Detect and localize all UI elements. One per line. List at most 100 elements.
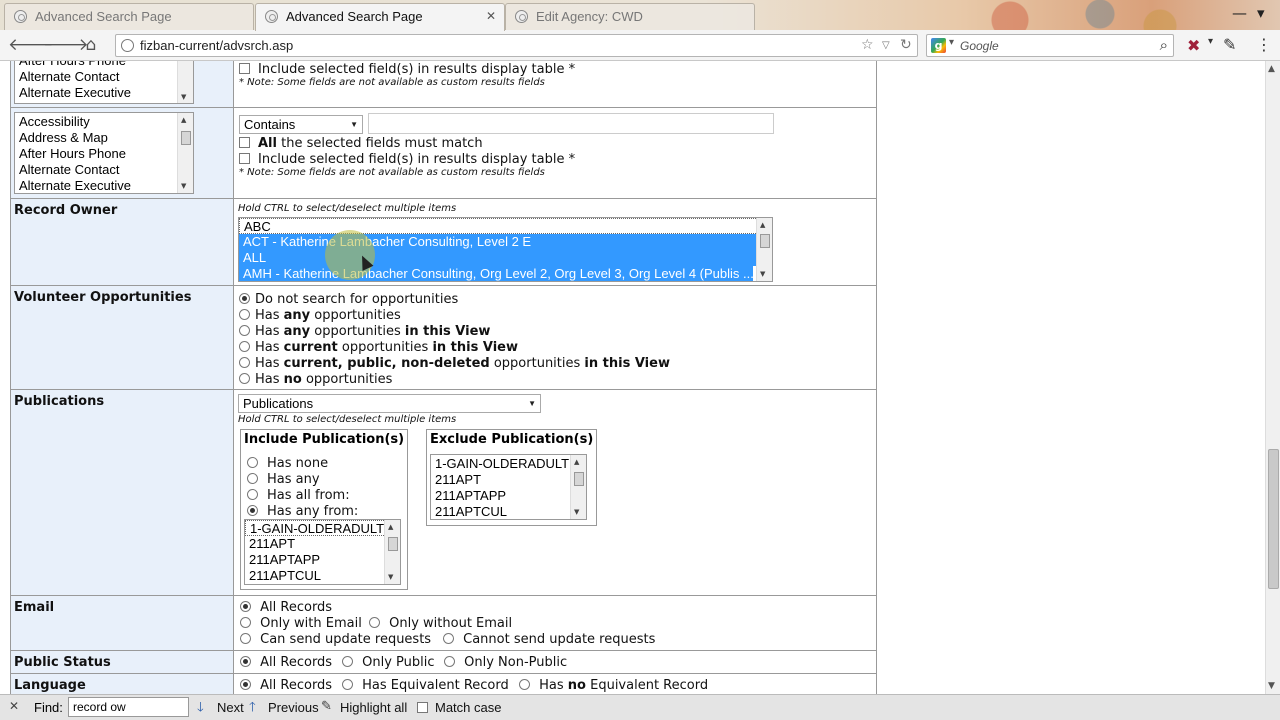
list-item[interactable]: After Hours Phone bbox=[15, 61, 193, 69]
email-radio[interactable] bbox=[240, 617, 251, 628]
email-radio[interactable] bbox=[369, 617, 380, 628]
field-list-2[interactable]: Accessibility Address & Map After Hours … bbox=[14, 112, 194, 194]
list-item[interactable]: ACT - Katherine Lambacher Consulting, Le… bbox=[239, 234, 772, 250]
minimize-icon[interactable]: — bbox=[1232, 4, 1247, 22]
language-option-has-equivalent[interactable]: Has Equivalent Record bbox=[342, 678, 509, 693]
volunteer-option[interactable]: Do not search for opportunities bbox=[239, 292, 458, 307]
email-option-cannot-update[interactable]: Cannot send update requests bbox=[443, 632, 655, 647]
include-radio[interactable] bbox=[247, 489, 258, 500]
list-scrollbar[interactable]: ▲ ▼ bbox=[177, 113, 193, 193]
volunteer-option[interactable]: Has current opportunities in this View bbox=[239, 340, 518, 355]
include-publications-list[interactable]: 1-GAIN-OLDERADULT 211APT 211APTAPP 211AP… bbox=[244, 519, 401, 585]
record-owner-list[interactable]: ABC ACT - Katherine Lambacher Consulting… bbox=[238, 217, 773, 282]
email-option-all[interactable]: All Records bbox=[240, 600, 332, 615]
find-input[interactable]: record ow bbox=[68, 697, 189, 717]
volunteer-radio[interactable] bbox=[239, 373, 250, 384]
list-scroll-thumb[interactable] bbox=[388, 537, 398, 551]
volunteer-option[interactable]: Has current, public, non-deleted opportu… bbox=[239, 356, 670, 371]
list-scroll-thumb[interactable] bbox=[760, 234, 770, 248]
include-results-checkbox-row[interactable]: Include selected field(s) in results dis… bbox=[239, 62, 575, 77]
match-case-checkbox[interactable] bbox=[417, 702, 428, 713]
tab-advanced-search-1[interactable]: Advanced Search Page bbox=[4, 3, 254, 30]
volunteer-radio[interactable] bbox=[239, 309, 250, 320]
addon-icon[interactable]: ✖ bbox=[1187, 36, 1200, 55]
volunteer-option[interactable]: Has no opportunities bbox=[239, 372, 392, 387]
scroll-down-icon[interactable]: ▼ bbox=[1268, 681, 1275, 691]
search-bar[interactable]: g ▾ Google ⌕ bbox=[926, 34, 1174, 57]
google-icon[interactable]: g bbox=[931, 38, 946, 53]
include-checkbox[interactable] bbox=[239, 63, 250, 74]
list-item[interactable]: Accessibility bbox=[15, 114, 193, 130]
all-match-checkbox-row[interactable]: All the selected fields must match bbox=[239, 136, 483, 151]
list-scroll-thumb[interactable] bbox=[181, 131, 191, 145]
history-dropdown-icon[interactable]: ▽ bbox=[882, 40, 890, 51]
public-option-nonpublic[interactable]: Only Non-Public bbox=[444, 655, 567, 670]
list-scroll-thumb[interactable] bbox=[574, 472, 584, 486]
match-case-label[interactable]: Match case bbox=[435, 700, 501, 715]
email-radio[interactable] bbox=[443, 633, 454, 644]
list-item[interactable]: ALL bbox=[239, 250, 772, 266]
menu-icon[interactable]: ⋮ bbox=[1256, 35, 1272, 54]
email-option-with[interactable]: Only with Email bbox=[240, 616, 362, 631]
language-radio[interactable] bbox=[240, 679, 251, 690]
back-arrow-icon[interactable]: 🡐 bbox=[8, 34, 54, 56]
include-publication-option[interactable]: Has any from: bbox=[247, 504, 358, 519]
find-previous-button[interactable]: Previous bbox=[268, 700, 319, 715]
list-item[interactable]: 211APTCUL bbox=[245, 568, 400, 584]
list-item[interactable]: Alternate Executive bbox=[15, 178, 193, 193]
field-list-1[interactable]: After Hours Phone Alternate Contact Alte… bbox=[14, 61, 194, 104]
language-radio[interactable] bbox=[519, 679, 530, 690]
list-item[interactable]: 1-GAIN-OLDERADULT bbox=[245, 520, 400, 536]
custom-field-value-input[interactable] bbox=[368, 113, 774, 134]
page-scrollbar[interactable]: ▲ ▼ bbox=[1265, 61, 1280, 694]
list-item[interactable]: After Hours Phone bbox=[15, 146, 193, 162]
include-radio[interactable] bbox=[247, 457, 258, 468]
addon-dropdown-icon[interactable]: ▾ bbox=[1208, 36, 1213, 47]
public-option-all[interactable]: All Records bbox=[240, 655, 332, 670]
language-option-no-equivalent[interactable]: Has no Equivalent Record bbox=[519, 678, 708, 693]
list-item[interactable]: 211APT bbox=[245, 536, 400, 552]
site-identity-icon[interactable] bbox=[121, 39, 134, 52]
list-item[interactable]: Alternate Contact bbox=[15, 69, 193, 85]
engine-dropdown-icon[interactable]: ▾ bbox=[949, 37, 954, 48]
email-radio[interactable] bbox=[240, 601, 251, 612]
tab-advanced-search-2[interactable]: Advanced Search Page ✕ bbox=[255, 3, 505, 31]
include-publication-option[interactable]: Has any bbox=[247, 472, 320, 487]
volunteer-option[interactable]: Has any opportunities in this View bbox=[239, 324, 490, 339]
list-scrollbar[interactable]: ▼ bbox=[177, 61, 193, 103]
language-option-all[interactable]: All Records bbox=[240, 678, 332, 693]
list-scrollbar[interactable]: ▲ ▼ bbox=[570, 455, 586, 519]
email-option-can-update[interactable]: Can send update requests bbox=[240, 632, 431, 647]
list-item[interactable]: Address & Map bbox=[15, 130, 193, 146]
search-icon[interactable]: ⌕ bbox=[1160, 36, 1168, 54]
email-option-without[interactable]: Only without Email bbox=[369, 616, 512, 631]
public-radio[interactable] bbox=[444, 656, 455, 667]
page-scroll-thumb[interactable] bbox=[1268, 449, 1279, 589]
email-radio[interactable] bbox=[240, 633, 251, 644]
exclude-publications-list[interactable]: 1-GAIN-OLDERADULT 211APT 211APTAPP 211AP… bbox=[430, 454, 587, 520]
public-radio[interactable] bbox=[342, 656, 353, 667]
scroll-up-icon[interactable]: ▲ bbox=[1268, 64, 1275, 74]
all-match-checkbox[interactable] bbox=[239, 137, 250, 148]
list-item[interactable]: 211APTAPP bbox=[431, 488, 586, 504]
list-item[interactable]: 1-GAIN-OLDERADULT bbox=[431, 456, 586, 472]
include-publication-option[interactable]: Has none bbox=[247, 456, 328, 471]
tab-edit-agency[interactable]: Edit Agency: CWD bbox=[505, 3, 755, 30]
volunteer-radio[interactable] bbox=[239, 341, 250, 352]
public-radio[interactable] bbox=[240, 656, 251, 667]
list-item[interactable]: AMH - Katherine Lambacher Consulting, Or… bbox=[239, 266, 753, 281]
close-find-icon[interactable]: ✕ bbox=[9, 699, 19, 713]
list-item[interactable]: Alternate Executive bbox=[15, 85, 193, 101]
highlight-all-button[interactable]: Highlight all bbox=[340, 700, 407, 715]
scroll-tabs-icon[interactable]: ▾ bbox=[1257, 4, 1265, 22]
volunteer-radio[interactable] bbox=[239, 293, 250, 304]
include-radio[interactable] bbox=[247, 473, 258, 484]
language-radio[interactable] bbox=[342, 679, 353, 690]
include-publication-option[interactable]: Has all from: bbox=[247, 488, 350, 503]
reload-icon[interactable]: ↻ bbox=[900, 37, 912, 53]
list-item[interactable]: 211APTCUL bbox=[431, 504, 586, 519]
include-radio[interactable] bbox=[247, 505, 258, 516]
close-tab-icon[interactable]: ✕ bbox=[486, 4, 496, 29]
address-bar[interactable]: fizban-current/advsrch.asp ☆ ▽ ↻ bbox=[115, 34, 918, 57]
list-item[interactable]: 211APT bbox=[431, 472, 586, 488]
